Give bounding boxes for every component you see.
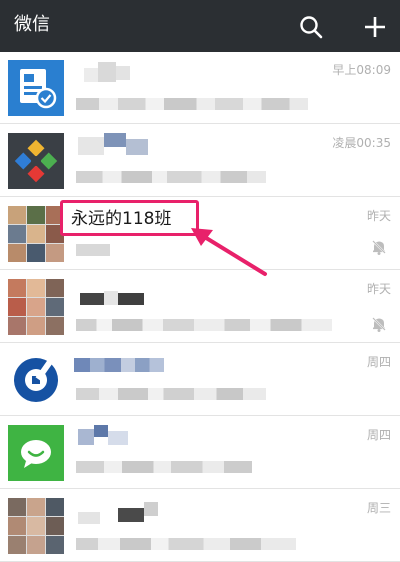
chat-time: 早上08:09 [332, 63, 391, 77]
avatar [8, 352, 64, 408]
blurred-name [118, 293, 144, 305]
chat-time: 凌晨00:35 [332, 136, 391, 150]
chat-time: 周四 [366, 355, 391, 369]
chat-time: 昨天 [366, 209, 391, 223]
top-app-bar: 微信 [0, 0, 400, 52]
blurred-name [104, 133, 126, 147]
blurred-message [76, 98, 308, 110]
chat-time: 昨天 [366, 282, 391, 296]
chat-item[interactable]: 周四 [0, 417, 400, 489]
group-name-label: 永远的118班 [71, 209, 172, 229]
blurred-name [94, 425, 108, 437]
blurred-message [76, 461, 252, 473]
blurred-name [78, 429, 94, 445]
avatar [8, 279, 64, 335]
blurred-name [108, 431, 128, 445]
chat-item[interactable]: 凌晨00:35 [0, 125, 400, 197]
avatar [8, 498, 64, 554]
chat-item[interactable]: 周三 [0, 490, 400, 562]
mute-bell-icon [370, 238, 388, 256]
annotation-arrow-icon [191, 228, 267, 276]
chat-item[interactable]: 周四 [0, 344, 400, 416]
mute-bell-icon [370, 315, 388, 333]
chat-time: 周四 [366, 428, 391, 442]
avatar [8, 60, 64, 116]
blurred-name [98, 62, 116, 82]
blurred-name [104, 291, 118, 305]
blurred-name [144, 502, 158, 516]
avatar [8, 425, 64, 481]
blurred-name [80, 293, 104, 305]
blurred-message [76, 538, 296, 550]
chat-time: 周三 [366, 501, 391, 515]
blurred-name [116, 66, 130, 80]
add-icon[interactable] [360, 12, 390, 42]
blurred-name [78, 137, 104, 155]
blurred-name [74, 358, 164, 372]
blurred-name [118, 508, 144, 522]
blurred-name [126, 139, 148, 155]
blurred-message [76, 388, 266, 400]
blurred-name [78, 512, 100, 524]
avatar [8, 206, 64, 262]
chat-item[interactable]: 早上08:09 [0, 52, 400, 124]
avatar [8, 133, 64, 189]
search-icon[interactable] [296, 12, 326, 42]
blurred-message [76, 319, 332, 331]
app-title: 微信 [14, 14, 50, 35]
group-name-highlight: 永远的118班 [60, 200, 199, 236]
blurred-message [76, 244, 110, 256]
blurred-name [84, 68, 98, 82]
blurred-message [76, 171, 266, 183]
